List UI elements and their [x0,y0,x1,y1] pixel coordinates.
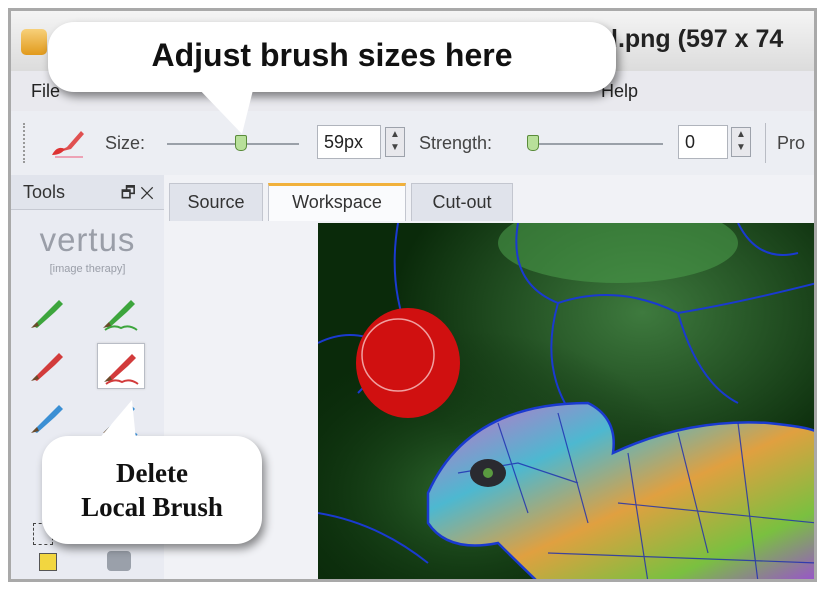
size-spinner[interactable]: ▲ ▼ [385,127,405,157]
app-icon [21,29,47,55]
red-brush-tool[interactable] [25,343,71,387]
callout-bottom-line1: Delete [116,458,188,488]
green-brush-tool[interactable] [25,290,71,334]
green-brush-icon [31,300,63,328]
vertus-logo: vertus [39,221,136,258]
green-local-brush-tool[interactable] [97,290,143,334]
callout-adjust-brush-size: Adjust brush sizes here [48,22,616,92]
blue-brush-tool[interactable] [25,395,71,439]
toolbar-separator [765,123,766,163]
size-slider-track[interactable] [167,135,299,151]
dock-icon[interactable]: 🗗 [121,185,136,202]
red-local-brush-icon [104,354,139,385]
camera-icon[interactable] [107,551,131,571]
workspace-canvas[interactable] [318,223,817,582]
strength-label: Strength: [419,133,493,153]
strength-slider-track[interactable] [527,135,663,151]
brush-toolbar: Size: 59px ▲ ▼ Strength: 0 ▲ ▼ Pro [11,111,814,176]
callout-bottom-line2: Local Brush [81,492,223,522]
tools-title: Tools [23,182,66,202]
tab-workspace[interactable]: Workspace [268,183,406,221]
note-tool-icon[interactable] [39,553,57,571]
tools-panel-header: Tools 🗗 ✕ [11,175,164,210]
brush-icon [52,131,84,158]
window-title: l.png (597 x 74 [611,25,784,53]
pro-label: Pro [777,133,806,153]
tab-source[interactable]: Source [169,183,263,221]
callout-delete-local-brush: Delete Local Brush [42,436,262,544]
size-label: Size: [105,133,146,153]
size-input[interactable]: 59px [317,125,381,159]
size-slider-thumb[interactable] [234,135,247,151]
red-local-brush-tool[interactable] [97,343,145,389]
toolbar-grip[interactable] [23,123,29,163]
vertus-tagline: [image therapy] [49,263,126,275]
green-local-brush-icon [103,300,138,331]
red-brush-icon [31,353,63,381]
callout-top-pointer [196,86,254,134]
tab-cut-out[interactable]: Cut-out [411,183,513,221]
strength-slider-thumb[interactable] [527,135,539,151]
blue-brush-icon [31,405,63,433]
strength-spinner[interactable]: ▲ ▼ [731,127,751,157]
callout-bottom-pointer [98,400,136,440]
strength-input[interactable]: 0 [678,125,728,159]
close-icon[interactable]: ✕ [140,185,154,202]
